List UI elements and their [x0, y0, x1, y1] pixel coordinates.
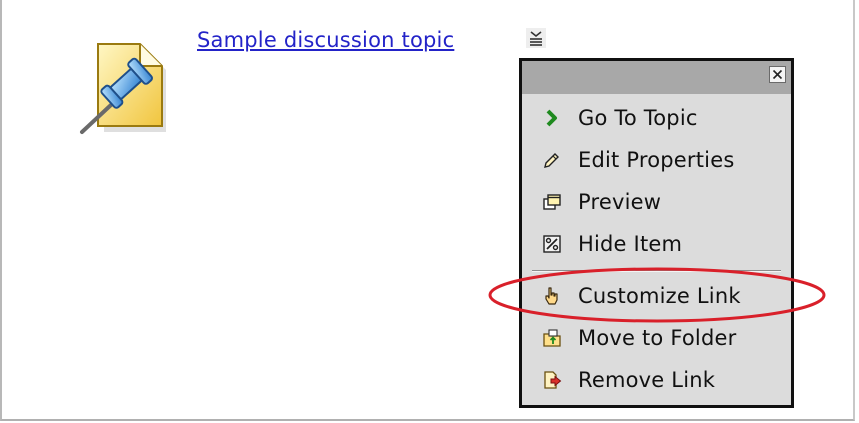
menu-item-label: Edit Properties — [578, 148, 735, 172]
menu-item-move-to-folder[interactable]: Move to Folder — [522, 318, 791, 358]
close-icon[interactable] — [769, 66, 786, 83]
menu-item-label: Preview — [578, 190, 662, 214]
remove-link-icon — [542, 370, 562, 390]
menu-item-label: Customize Link — [578, 284, 741, 308]
preview-windows-icon — [542, 192, 562, 212]
menu-item-remove-link[interactable]: Remove Link — [522, 360, 791, 400]
menu-item-customize-link[interactable]: Customize Link — [522, 276, 791, 316]
menu-item-edit-properties[interactable]: Edit Properties — [522, 140, 791, 180]
menu-item-label: Hide Item — [578, 232, 683, 256]
topic-link[interactable]: Sample discussion topic — [197, 28, 454, 52]
folder-move-icon — [542, 328, 562, 348]
menu-separator — [532, 270, 781, 272]
green-arrow-icon — [542, 108, 562, 128]
menu-item-label: Move to Folder — [578, 326, 737, 350]
hide-item-icon — [542, 234, 562, 254]
pushpin-document-icon[interactable] — [74, 40, 168, 142]
menu-item-preview[interactable]: Preview — [522, 182, 791, 222]
chevron-menu-icon[interactable] — [526, 28, 546, 48]
menu-item-go-to-topic[interactable]: Go To Topic — [522, 98, 791, 138]
menu-header — [522, 61, 791, 94]
context-menu: Go To Topic Edit Properties Preview Hide… — [519, 58, 794, 408]
pencil-icon — [542, 150, 562, 170]
hand-pointer-icon — [542, 286, 562, 306]
menu-item-label: Remove Link — [578, 368, 716, 392]
menu-item-label: Go To Topic — [578, 106, 698, 130]
menu-item-hide-item[interactable]: Hide Item — [522, 224, 791, 264]
menu-list: Go To Topic Edit Properties Preview Hide… — [522, 94, 791, 405]
